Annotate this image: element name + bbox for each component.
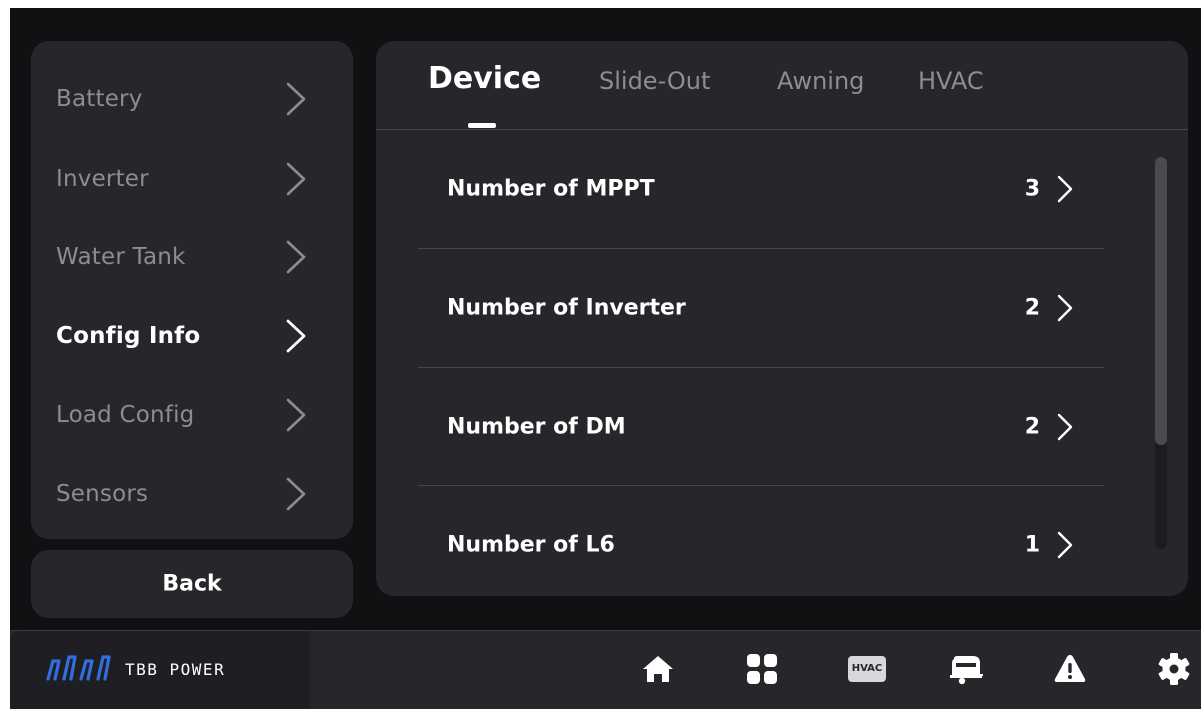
device-config-list: Number of MPPT 3 Number of Inverter 2 Nu… <box>418 130 1104 596</box>
sidebar-nav: Battery Inverter Water Tank Config Info … <box>31 41 353 539</box>
sidebar-item-load-config[interactable]: Load Config <box>31 376 353 454</box>
list-item-label: Number of Inverter <box>447 295 686 321</box>
scrollbar-thumb[interactable] <box>1155 157 1167 445</box>
home-icon[interactable] <box>638 649 678 689</box>
chevron-right-icon <box>1057 531 1073 559</box>
sidebar-item-water-tank[interactable]: Water Tank <box>31 218 353 296</box>
warning-icon[interactable] <box>1050 649 1090 689</box>
chevron-right-icon <box>286 398 306 432</box>
sidebar-item-label: Config Info <box>56 323 201 349</box>
sidebar-item-config-info[interactable]: Config Info <box>31 297 353 375</box>
chevron-right-icon <box>286 162 306 196</box>
sidebar-item-label: Inverter <box>56 166 149 192</box>
chevron-right-icon <box>286 477 306 511</box>
sidebar-item-label: Battery <box>56 86 143 112</box>
list-item-dm[interactable]: Number of DM 2 <box>418 368 1104 486</box>
tab-bar: Device Slide-Out Awning HVAC <box>376 41 1188 130</box>
list-item-l6[interactable]: Number of L6 1 <box>418 486 1104 596</box>
chevron-right-icon <box>286 82 306 116</box>
chevron-right-icon <box>286 319 306 353</box>
app-screen: Battery Inverter Water Tank Config Info … <box>10 8 1201 709</box>
list-item-mppt[interactable]: Number of MPPT 3 <box>418 130 1104 248</box>
brand-name: TBB POWER <box>125 660 226 679</box>
list-item-value: 3 <box>1024 176 1040 202</box>
list-item-value: 2 <box>1024 414 1040 440</box>
sidebar-item-label: Sensors <box>56 481 149 507</box>
sidebar-item-sensors[interactable]: Sensors <box>31 455 353 533</box>
list-item-value: 1 <box>1024 532 1040 558</box>
chevron-right-icon <box>1057 294 1073 322</box>
hvac-icon[interactable]: HVAC <box>848 656 886 682</box>
chevron-right-icon <box>1057 175 1073 203</box>
list-item-value: 2 <box>1024 295 1040 321</box>
config-info-panel: Device Slide-Out Awning HVAC Number of M… <box>376 41 1188 596</box>
back-button-label: Back <box>162 571 222 597</box>
list-item-label: Number of L6 <box>447 532 615 558</box>
tab-hvac[interactable]: HVAC <box>918 67 984 95</box>
scrollbar-track[interactable] <box>1155 157 1167 549</box>
chevron-right-icon <box>286 240 306 274</box>
back-button[interactable]: Back <box>31 550 353 618</box>
list-item-label: Number of MPPT <box>447 176 655 202</box>
list-item-inverter[interactable]: Number of Inverter 2 <box>418 249 1104 367</box>
active-tab-indicator <box>468 123 496 128</box>
bottom-nav-bar: TBB POWER HVAC <box>10 630 1201 709</box>
list-item-label: Number of DM <box>447 414 626 440</box>
settings-gear-icon[interactable] <box>1154 649 1194 689</box>
sidebar-item-battery[interactable]: Battery <box>31 60 353 138</box>
brand-logo-icon <box>46 655 111 681</box>
sidebar-item-label: Water Tank <box>56 244 186 270</box>
brand-area: TBB POWER <box>10 631 310 709</box>
grid-icon[interactable] <box>742 649 782 689</box>
sidebar-item-inverter[interactable]: Inverter <box>31 140 353 218</box>
sidebar-item-label: Load Config <box>56 402 195 428</box>
tab-awning[interactable]: Awning <box>777 67 864 95</box>
camper-icon[interactable] <box>946 649 986 689</box>
chevron-right-icon <box>1057 413 1073 441</box>
tab-slide-out[interactable]: Slide-Out <box>599 67 710 95</box>
tab-device[interactable]: Device <box>428 61 541 96</box>
